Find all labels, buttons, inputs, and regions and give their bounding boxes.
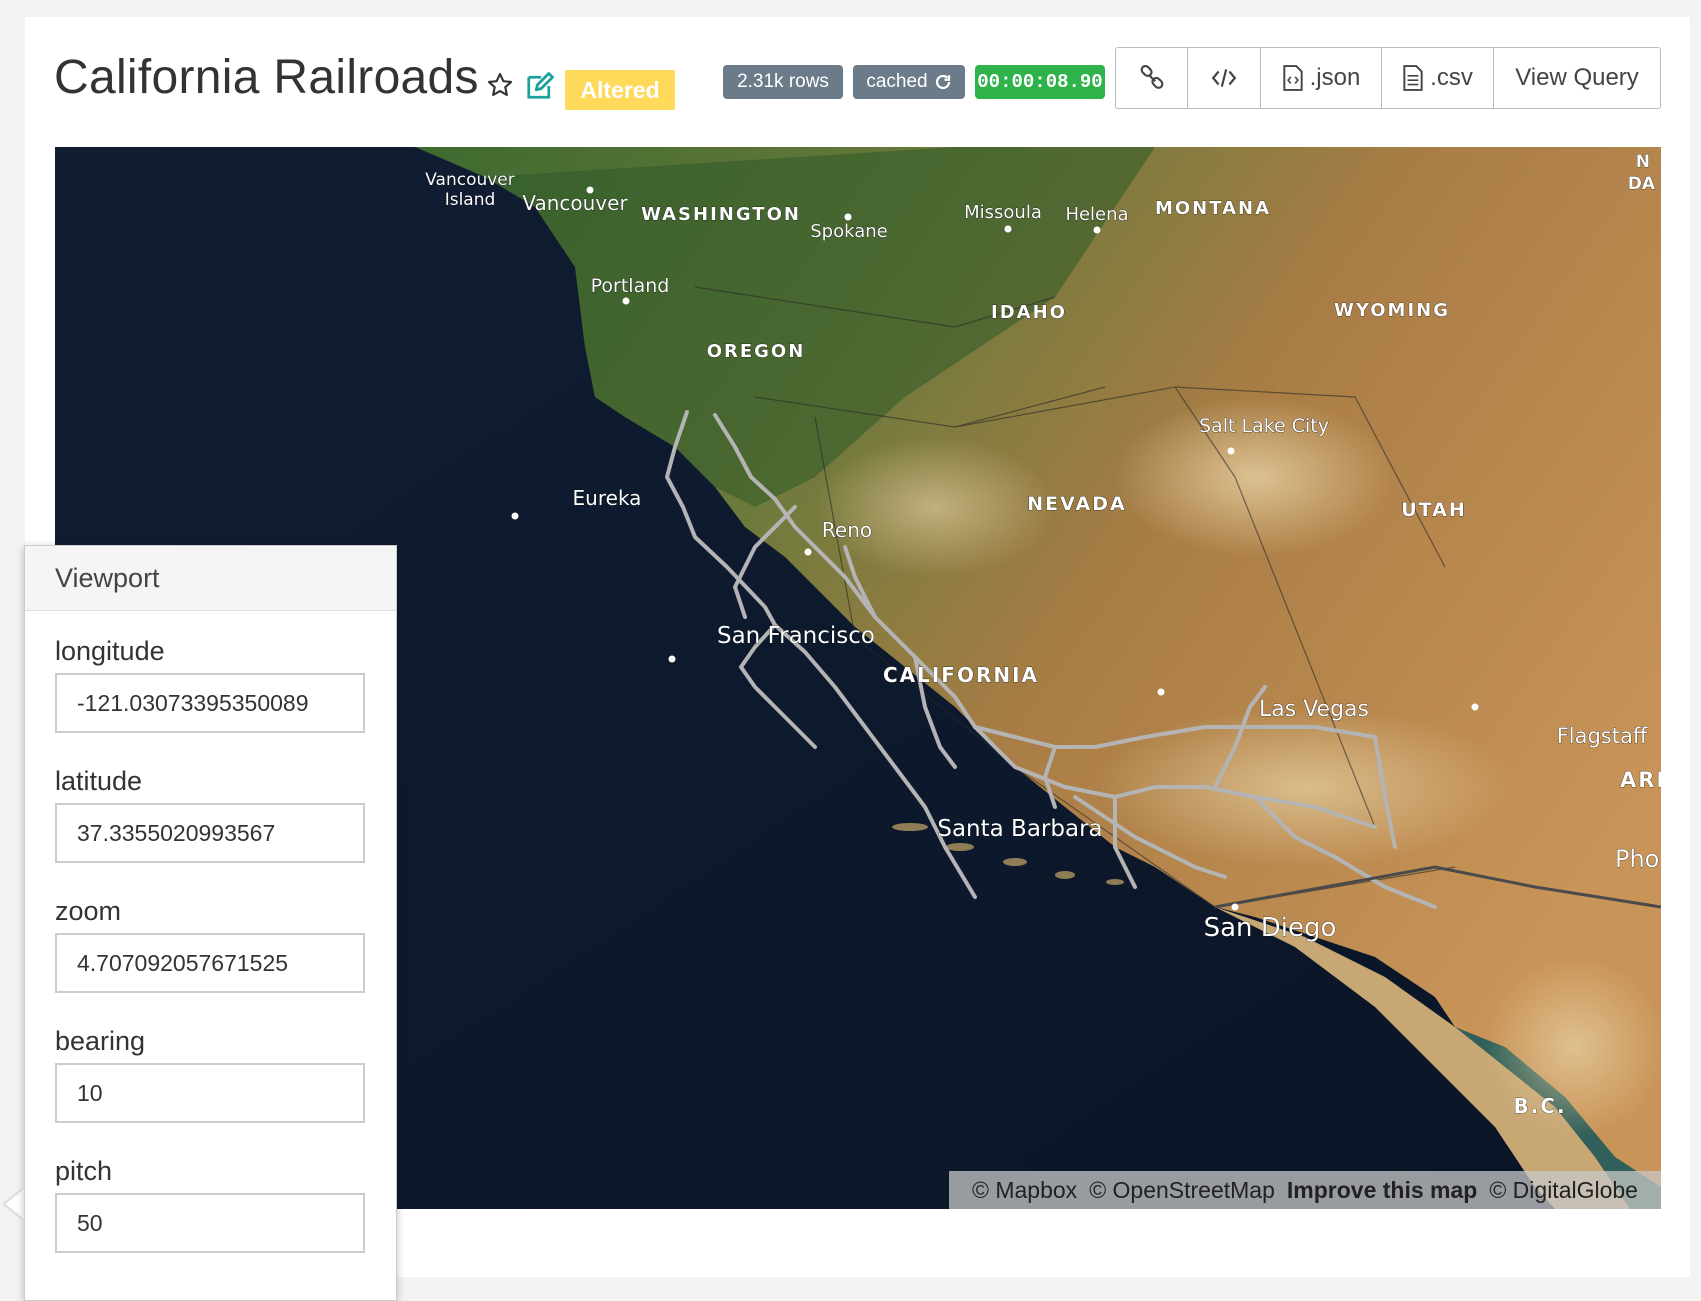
refresh-icon[interactable]: [934, 73, 952, 91]
mapbox-attribution-link[interactable]: © Mapbox: [972, 1177, 1077, 1204]
query-timer-badge: 00:00:08.90: [975, 65, 1105, 99]
longitude-label: longitude: [55, 636, 165, 666]
embed-code-button[interactable]: [1188, 48, 1261, 108]
file-text-icon: [1403, 65, 1423, 91]
label-washington: WASHINGTON: [641, 204, 801, 225]
latitude-label: latitude: [55, 766, 143, 796]
label-idaho: IDAHO: [991, 302, 1067, 323]
page-title: California Railroads: [54, 51, 479, 104]
viewport-popover: Viewport longitude latitude zoom bearing…: [24, 545, 397, 1301]
star-icon[interactable]: [486, 71, 514, 99]
label-helena: Helena: [1065, 204, 1128, 225]
label-phoenix: Pho: [1615, 845, 1659, 873]
code-icon: [1211, 69, 1237, 87]
map-attribution: © Mapbox © OpenStreetMap Improve this ma…: [949, 1171, 1661, 1209]
row-count-badge: 2.31k rows: [723, 65, 843, 99]
label-baja-california: B.C.: [1513, 1094, 1566, 1118]
label-san-diego: San Diego: [1204, 913, 1337, 943]
label-salt-lake-city: Salt Lake City: [1199, 415, 1329, 437]
link-icon: [1140, 65, 1163, 89]
share-link-button[interactable]: [1116, 48, 1188, 108]
zoom-field: zoom: [55, 896, 365, 993]
osm-attribution-link[interactable]: © OpenStreetMap: [1089, 1177, 1275, 1204]
latitude-field: latitude: [55, 766, 365, 863]
improve-map-link[interactable]: Improve this map: [1287, 1177, 1477, 1204]
longitude-input[interactable]: [55, 673, 365, 733]
cached-badge[interactable]: cached: [853, 65, 965, 99]
pitch-field: pitch: [55, 1156, 365, 1253]
csv-label: .csv: [1430, 64, 1473, 91]
label-flagstaff: Flagstaff: [1557, 724, 1648, 748]
bearing-field: bearing: [55, 1026, 365, 1123]
zoom-label: zoom: [55, 896, 122, 926]
popover-pointer: [5, 1188, 25, 1220]
label-spokane: Spokane: [810, 221, 887, 242]
label-vancouver: Vancouver: [522, 191, 628, 215]
label-santa-barbara: Santa Barbara: [937, 816, 1102, 842]
label-vancouver-island-1: Vancouver: [425, 170, 515, 190]
label-utah: UTAH: [1401, 499, 1467, 521]
label-wyoming: WYOMING: [1334, 300, 1450, 321]
label-north-dakota-1: N: [1636, 152, 1650, 172]
label-portland: Portland: [591, 275, 670, 297]
label-montana: MONTANA: [1155, 198, 1271, 219]
label-las-vegas: Las Vegas: [1259, 697, 1369, 722]
longitude-field: longitude: [55, 636, 365, 733]
cached-label: cached: [866, 71, 928, 92]
label-reno: Reno: [822, 518, 872, 542]
label-vancouver-island-2: Island: [445, 190, 496, 210]
label-oregon: OREGON: [707, 341, 806, 362]
digitalglobe-attribution-link[interactable]: © DigitalGlobe: [1489, 1177, 1638, 1204]
edit-icon[interactable]: [525, 71, 555, 101]
pitch-label: pitch: [55, 1156, 113, 1186]
label-missoula: Missoula: [964, 202, 1042, 223]
latitude-input[interactable]: [55, 803, 365, 863]
zoom-input[interactable]: [55, 933, 365, 993]
viewport-title: Viewport: [25, 546, 396, 611]
export-json-button[interactable]: .json: [1261, 48, 1382, 108]
export-csv-button[interactable]: .csv: [1382, 48, 1494, 108]
altered-badge[interactable]: Altered: [565, 70, 675, 110]
bearing-input[interactable]: [55, 1063, 365, 1123]
toolbar-button-group: .json .csv View Query: [1115, 47, 1661, 109]
label-california: CALIFORNIA: [883, 663, 1039, 687]
label-san-francisco: San Francisco: [717, 623, 875, 649]
view-query-button[interactable]: View Query: [1494, 48, 1660, 108]
label-eureka: Eureka: [573, 486, 642, 510]
bearing-label: bearing: [55, 1026, 146, 1056]
label-arizona: ARI: [1620, 768, 1661, 792]
pitch-input[interactable]: [55, 1193, 365, 1253]
label-north-dakota-2: DA: [1628, 174, 1656, 194]
file-code-icon: [1282, 65, 1303, 91]
label-nevada: NEVADA: [1027, 493, 1126, 515]
json-label: .json: [1309, 64, 1361, 91]
